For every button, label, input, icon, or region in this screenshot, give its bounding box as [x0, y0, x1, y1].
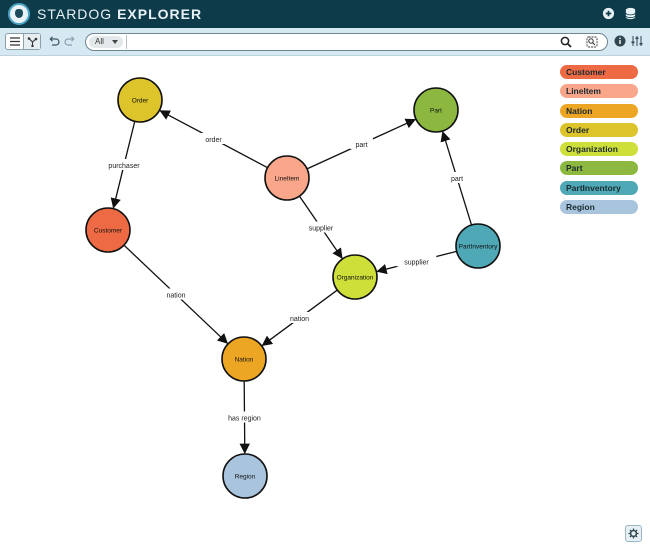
graph-icon [27, 36, 37, 47]
node-nation[interactable]: Nation [221, 336, 267, 382]
node-order[interactable]: Order [117, 77, 163, 123]
edge-label: nation [290, 316, 309, 323]
edge-label: purchaser [108, 163, 140, 170]
edge-label: part [355, 142, 367, 149]
search-input[interactable] [126, 35, 556, 49]
settings-button[interactable] [625, 525, 642, 542]
node-region[interactable]: Region [222, 453, 268, 499]
top-bar: STARDOG EXPLORER [0, 0, 650, 28]
node-part[interactable]: Part [413, 87, 459, 133]
node-label: Organization [337, 275, 374, 282]
chevron-down-icon [112, 40, 118, 44]
add-icon[interactable] [602, 7, 615, 20]
node-partinventory[interactable]: PartInventory [455, 223, 501, 269]
filter-select-value: All [95, 37, 104, 46]
node-label: Nation [235, 357, 254, 364]
legend-item-customer[interactable]: Customer [560, 65, 638, 79]
list-icon [9, 37, 20, 46]
undo-icon[interactable] [48, 35, 60, 47]
legend-item-part[interactable]: Part [560, 161, 638, 176]
database-icon[interactable] [624, 7, 637, 20]
edge-label: supplier [404, 260, 429, 267]
edge-label: part [451, 176, 463, 183]
node-label: Part [430, 108, 442, 115]
toolbar: All [0, 28, 650, 56]
node-label: LineItem [275, 176, 300, 183]
legend-item-organization[interactable]: Organization [560, 142, 638, 157]
brand-light: STARDOG [37, 6, 113, 22]
node-label: Region [235, 474, 256, 481]
stardog-logo-icon[interactable] [8, 3, 30, 25]
legend: Customer LineItem Nation Order Organization P… [560, 65, 638, 219]
search-bar: All [85, 33, 608, 51]
search-icon[interactable] [560, 36, 572, 48]
edge-label: has region [228, 416, 261, 423]
legend-item-region[interactable]: Region [560, 200, 638, 215]
graph-view-button[interactable] [23, 34, 40, 49]
gear-icon [628, 528, 639, 539]
edge-label: nation [166, 293, 185, 300]
node-customer[interactable]: Customer [85, 207, 131, 253]
legend-item-nation[interactable]: Nation [560, 103, 638, 118]
node-lineitem[interactable]: LineItem [264, 155, 310, 201]
edge-label: order [205, 137, 222, 144]
legend-item-partinventory[interactable]: PartInventory [560, 180, 638, 195]
node-organization[interactable]: Organization [332, 254, 378, 300]
legend-item-lineitem[interactable]: LineItem [560, 84, 638, 99]
graph-canvas[interactable]: order part purchaser supplier part supplier na… [0, 57, 650, 548]
redo-icon[interactable] [64, 35, 76, 47]
node-label: PartInventory [459, 244, 498, 251]
brand-bold: EXPLORER [117, 6, 203, 22]
node-label: Customer [94, 228, 123, 235]
legend-item-order[interactable]: Order [560, 122, 638, 137]
filter-select[interactable]: All [89, 36, 123, 48]
settings-sliders-icon[interactable] [631, 35, 643, 47]
info-icon[interactable] [614, 35, 626, 47]
node-label: Order [132, 98, 149, 105]
visual-search-icon[interactable] [586, 36, 598, 48]
view-toggle [5, 33, 41, 50]
app-title: STARDOG EXPLORER [37, 6, 202, 22]
edge-label: supplier [309, 226, 334, 233]
list-view-button[interactable] [6, 34, 23, 49]
